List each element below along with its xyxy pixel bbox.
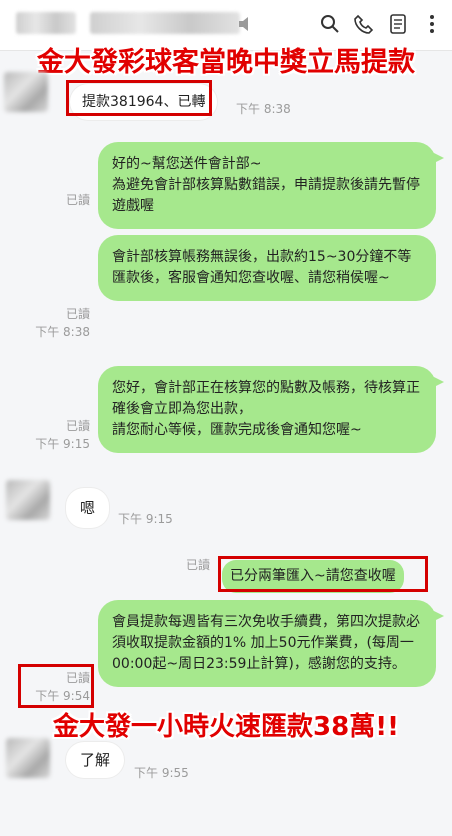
- search-icon[interactable]: [320, 14, 340, 34]
- blurred-contact-name: [90, 12, 240, 34]
- phone-icon[interactable]: [354, 14, 374, 34]
- message-bubble-outgoing: 會計部核算帳務無誤後，出款約15~30分鐘不等 匯款後，客服會通知您查收喔、請您…: [98, 235, 436, 301]
- read-receipt: 已讀: [65, 307, 90, 321]
- speaker-icon[interactable]: [236, 14, 256, 34]
- highlight-box: [218, 556, 428, 592]
- read-receipt: 已讀: [65, 193, 90, 207]
- message-time: 下午 9:15: [118, 512, 173, 526]
- more-icon[interactable]: [422, 14, 442, 34]
- promo-banner-top: 金大發彩球客當晚中獎立馬提款: [37, 47, 415, 78]
- message-bubble-outgoing: 好的~幫您送件會計部~ 為避免會計部核算點數錯誤，申請提款後請先暫停遊戲喔: [98, 142, 444, 229]
- notes-icon[interactable]: [388, 14, 408, 34]
- highlight-box: [18, 664, 94, 708]
- read-receipt: 已讀: [65, 419, 90, 433]
- message-time: 下午 9:55: [134, 766, 189, 780]
- highlight-box: [66, 80, 212, 116]
- message-bubble-incoming: 嗯: [66, 488, 110, 528]
- message-time: 下午 9:15: [35, 437, 90, 451]
- blurred-contact-avatar: [16, 12, 76, 34]
- message-time: 下午 8:38: [236, 102, 291, 116]
- promo-banner-middle: 金大發一小時火速匯款38萬!!: [53, 712, 399, 742]
- avatar: [6, 738, 50, 778]
- read-receipt: 已讀: [185, 558, 210, 572]
- avatar: [6, 480, 50, 520]
- header-actions: [236, 14, 442, 34]
- message-bubble-outgoing: 會員提款每週皆有三次免收手續費，第四次提款必須收取提款金額的1% 加上50元作業…: [98, 600, 444, 687]
- message-time: 下午 8:38: [35, 325, 90, 339]
- message-bubble-incoming: 了解: [66, 742, 125, 778]
- avatar: [4, 72, 48, 112]
- message-bubble-outgoing: 您好，會計部正在核算您的點數及帳務，待核算正確後會立即為您出款， 請您耐心等候，…: [98, 366, 444, 453]
